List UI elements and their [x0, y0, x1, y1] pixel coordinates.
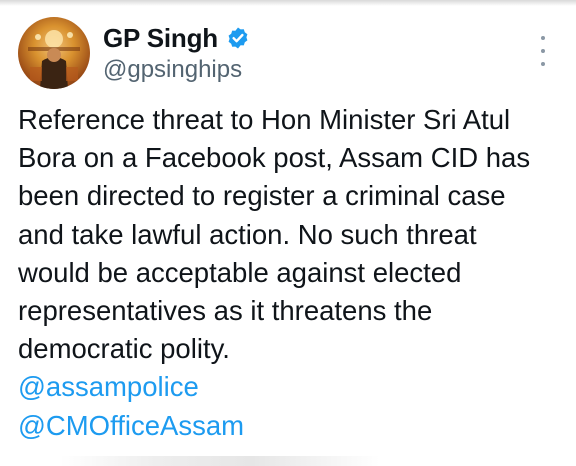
avatar[interactable] — [18, 17, 90, 89]
tweet-text-line: democratic polity. — [18, 333, 230, 365]
tweet-text: Reference threat to Hon Minister Sri Atu… — [18, 101, 568, 445]
name-row: GP Singh — [103, 22, 250, 54]
mention-link-assampolice[interactable]: @assampolice — [18, 368, 568, 406]
dot — [541, 36, 545, 40]
dot — [541, 49, 545, 53]
user-handle[interactable]: @gpsinghips — [103, 56, 250, 84]
mention-link-cmofficeassam[interactable]: @CMOfficeAssam — [18, 407, 568, 445]
author-info: GP Singh @gpsinghips — [103, 22, 250, 84]
tweet-text-line: Bora on a Facebook post, Assam CID has — [18, 142, 531, 174]
tweet-text-line: representatives as it threatens the — [18, 295, 433, 327]
tweet-text-line: been directed to register a criminal cas… — [18, 180, 506, 212]
tweet-card: GP Singh @gpsinghips Reference threat to… — [0, 0, 576, 466]
tweet-text-line: would be acceptable against elected — [18, 256, 462, 288]
dot — [541, 62, 545, 66]
tweet-text-line: and take lawful action. No such threat — [18, 218, 477, 250]
cropped-timestamp-row — [60, 456, 380, 466]
tweet-text-line: Reference threat to Hon Minister Sri Atu… — [18, 104, 511, 135]
more-options-icon[interactable] — [533, 36, 553, 66]
verified-badge-icon — [226, 26, 250, 50]
display-name[interactable]: GP Singh — [103, 23, 218, 54]
avatar-image — [28, 30, 80, 89]
